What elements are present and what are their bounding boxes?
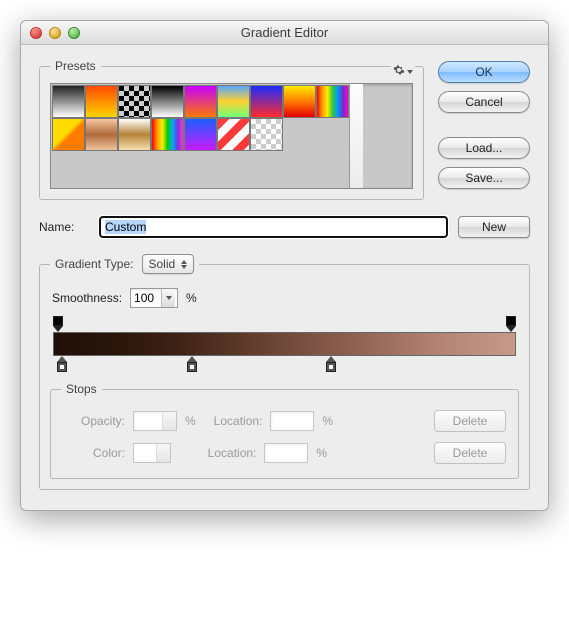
- presets-menu-button[interactable]: [391, 64, 415, 79]
- opacity-location-unit: %: [322, 414, 333, 428]
- gradient-type-select[interactable]: Solid: [142, 254, 195, 274]
- color-location-unit: %: [316, 446, 327, 460]
- opacity-stop-handle-icon: [506, 316, 516, 326]
- preset-swatches: [51, 84, 349, 188]
- color-stop[interactable]: [186, 356, 198, 372]
- load-button[interactable]: Load...: [438, 137, 530, 159]
- gradient-type-value: Solid: [149, 257, 176, 271]
- color-label: Color:: [63, 446, 125, 460]
- color-location-label: Location:: [208, 446, 257, 460]
- gradient-type-legend: Gradient Type: Solid: [50, 254, 199, 274]
- opacity-stop-row: Opacity: % Location: % Delete: [63, 410, 506, 432]
- opacity-location-field: [270, 411, 314, 431]
- color-stop-handle-icon: [326, 362, 336, 372]
- traffic-lights: [30, 27, 80, 39]
- presets-well: [50, 83, 413, 189]
- presets-fieldset: Presets: [39, 59, 424, 200]
- presets-scrollbar[interactable]: [349, 84, 363, 188]
- smoothness-field[interactable]: [130, 288, 178, 308]
- chevron-down-icon: [166, 296, 172, 300]
- new-button[interactable]: New: [458, 216, 530, 238]
- delete-opacity-stop-button: Delete: [434, 410, 506, 432]
- window-title: Gradient Editor: [21, 25, 548, 40]
- color-location-field: [264, 443, 308, 463]
- dialog-button-column: OK Cancel Load... Save...: [438, 61, 530, 200]
- name-label: Name:: [39, 220, 89, 234]
- name-input[interactable]: [99, 216, 448, 238]
- opacity-label: Opacity:: [63, 414, 125, 428]
- preset-swatch[interactable]: [85, 85, 118, 118]
- smoothness-row: Smoothness: %: [52, 288, 519, 308]
- gradient-type-fieldset: Gradient Type: Solid Smoothness: %: [39, 254, 530, 490]
- gear-icon: [393, 64, 405, 79]
- minimize-window-button[interactable]: [49, 27, 61, 39]
- gradient-type-label: Gradient Type:: [55, 257, 134, 271]
- gradient-editor-window: Gradient Editor Presets: [20, 20, 549, 511]
- smoothness-unit: %: [186, 291, 197, 305]
- preset-swatch[interactable]: [85, 118, 118, 151]
- opacity-stop-handle-icon: [53, 316, 63, 326]
- titlebar: Gradient Editor: [21, 21, 548, 45]
- preset-swatch[interactable]: [184, 118, 217, 151]
- preset-swatch[interactable]: [250, 118, 283, 151]
- chevron-down-icon: [407, 70, 413, 74]
- save-button[interactable]: Save...: [438, 167, 530, 189]
- color-stop-handle-icon: [187, 362, 197, 372]
- preset-swatch[interactable]: [184, 85, 217, 118]
- preset-swatch[interactable]: [217, 118, 250, 151]
- smoothness-input[interactable]: [131, 291, 161, 305]
- stops-fieldset: Stops Opacity: % Location: % Delete Colo…: [50, 382, 519, 479]
- preset-swatch[interactable]: [283, 85, 316, 118]
- gradient-bar-area: [53, 316, 516, 374]
- preset-swatch[interactable]: [118, 85, 151, 118]
- gradient-bar[interactable]: [53, 332, 516, 356]
- opacity-unit: %: [185, 414, 196, 428]
- preset-swatch[interactable]: [52, 85, 85, 118]
- opacity-stop[interactable]: [505, 316, 517, 332]
- cancel-button[interactable]: Cancel: [438, 91, 530, 113]
- preset-swatch[interactable]: [151, 118, 184, 151]
- opacity-stop[interactable]: [52, 316, 64, 332]
- preset-swatch[interactable]: [316, 85, 349, 118]
- opacity-location-label: Location:: [214, 414, 263, 428]
- color-stop[interactable]: [56, 356, 68, 372]
- color-stop-handle-icon: [57, 362, 67, 372]
- color-well: [133, 443, 171, 463]
- smoothness-dropdown[interactable]: [161, 289, 175, 307]
- stops-legend: Stops: [61, 382, 102, 396]
- preset-swatch[interactable]: [250, 85, 283, 118]
- dialog-content: Presets: [21, 45, 548, 510]
- smoothness-label: Smoothness:: [52, 291, 122, 305]
- preset-swatch[interactable]: [217, 85, 250, 118]
- opacity-field: [133, 411, 177, 431]
- delete-color-stop-button: Delete: [434, 442, 506, 464]
- color-stop-row: Color: % Location: % Delete: [63, 442, 506, 464]
- preset-swatch[interactable]: [118, 118, 151, 151]
- color-stop[interactable]: [325, 356, 337, 372]
- name-row: Name: New: [39, 216, 530, 238]
- close-window-button[interactable]: [30, 27, 42, 39]
- preset-swatch[interactable]: [151, 85, 184, 118]
- select-arrows-icon: [181, 260, 187, 269]
- zoom-window-button[interactable]: [68, 27, 80, 39]
- presets-legend: Presets: [50, 59, 101, 73]
- ok-button[interactable]: OK: [438, 61, 530, 83]
- preset-swatch[interactable]: [52, 118, 85, 151]
